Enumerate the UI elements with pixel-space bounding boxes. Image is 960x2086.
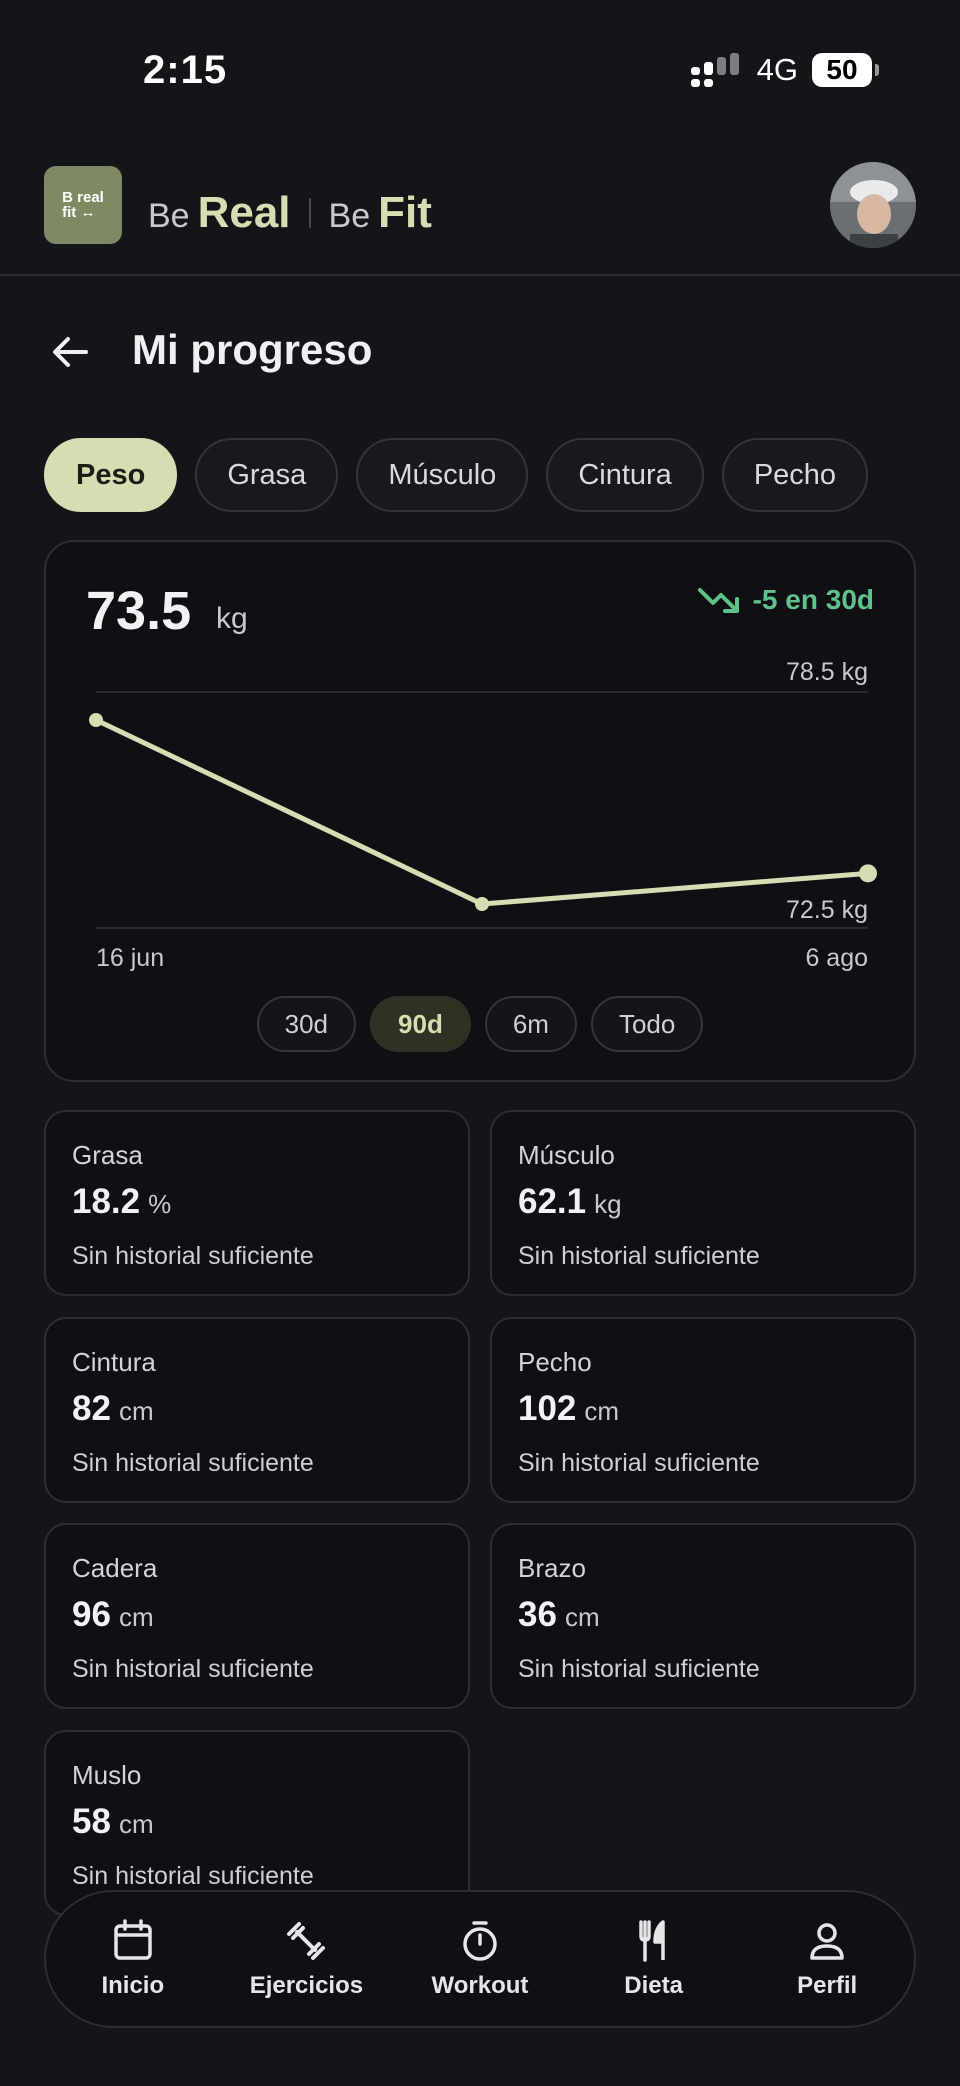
dumbbell-icon (287, 1922, 326, 1960)
weight-chart-card: 73.5 kg -5 en 30d 78.5 kg 72.5 kg 16 jun… (44, 540, 916, 1082)
data-point (859, 864, 877, 883)
range-30d[interactable]: 30d (256, 996, 357, 1052)
fork-knife-icon (638, 1920, 665, 1962)
tab-musculo[interactable]: Músculo (356, 438, 529, 512)
range-todo[interactable]: Todo (590, 996, 704, 1052)
x-axis-labels: 16 jun 6 ago (96, 944, 868, 973)
bottom-nav: Inicio Ejercicios Workout Dieta Perfil (44, 1890, 916, 2028)
status-bar: 2:15 4G 50 (0, 0, 960, 140)
network-type: 4G (756, 52, 798, 87)
x-end-label: 6 ago (805, 944, 868, 972)
app-header: B real fit ↔ Be Real Be Fit (0, 150, 960, 276)
tab-peso[interactable]: Peso (44, 438, 178, 512)
status-indicators: 4G 50 (690, 52, 879, 88)
nav-item-ejercicios[interactable]: Ejercicios (231, 1918, 381, 2000)
calendar-icon (114, 1919, 152, 1960)
weight-line-chart: 78.5 kg 72.5 kg (89, 658, 877, 929)
battery-icon: 50 (812, 53, 879, 87)
page-title: Mi progreso (132, 326, 373, 373)
data-point (475, 897, 489, 911)
data-point (89, 713, 103, 727)
nav-item-inicio[interactable]: Inicio (58, 1918, 208, 2000)
avatar[interactable] (830, 162, 916, 248)
series-line (94, 717, 869, 907)
metric-tabs: Peso Grasa Músculo Cintura Pecho (44, 438, 916, 514)
brand-tagline: Be Real Be Fit (148, 188, 432, 237)
x-start-label: 16 jun (96, 944, 165, 972)
brand-divider (308, 198, 311, 228)
status-time: 2:15 (143, 48, 228, 92)
app-logo[interactable]: B real fit ↔ (44, 166, 122, 244)
signal-icon (690, 53, 743, 87)
stat-card-cintura[interactable]: Cintura 82 cm Sin historial suficiente (44, 1317, 470, 1503)
tab-grasa[interactable]: Grasa (195, 438, 339, 512)
stat-card-musculo[interactable]: Músculo 62.1 kg Sin historial suficiente (490, 1110, 916, 1296)
stopwatch-icon (463, 1921, 497, 1961)
stat-card-grasa[interactable]: Grasa 18.2% Sin historial suficiente (44, 1110, 470, 1296)
range-90d[interactable]: 90d (370, 996, 471, 1052)
nav-item-perfil[interactable]: Perfil (752, 1918, 902, 2000)
user-icon (810, 1923, 844, 1960)
stat-card-muslo[interactable]: Muslo 58 cm Sin historial suficiente (44, 1730, 470, 1916)
stat-card-pecho[interactable]: Pecho 102 cm Sin historial suficiente (490, 1317, 916, 1503)
tab-pecho[interactable]: Pecho (721, 438, 869, 512)
range-6m[interactable]: 6m (484, 996, 577, 1052)
tab-cintura[interactable]: Cintura (546, 438, 704, 512)
stat-card-cadera[interactable]: Cadera 96 cm Sin historial suficiente (44, 1523, 470, 1709)
y-min-label: 72.5 kg (786, 896, 868, 924)
range-selector: 30d 90d 6m Todo (46, 996, 914, 1052)
back-arrow-icon[interactable] (48, 330, 92, 374)
y-max-label: 78.5 kg (786, 658, 868, 686)
nav-item-dieta[interactable]: Dieta (579, 1918, 729, 2000)
nav-item-workout[interactable]: Workout (405, 1918, 555, 2000)
stat-card-brazo[interactable]: Brazo 36 cm Sin historial suficiente (490, 1523, 916, 1709)
